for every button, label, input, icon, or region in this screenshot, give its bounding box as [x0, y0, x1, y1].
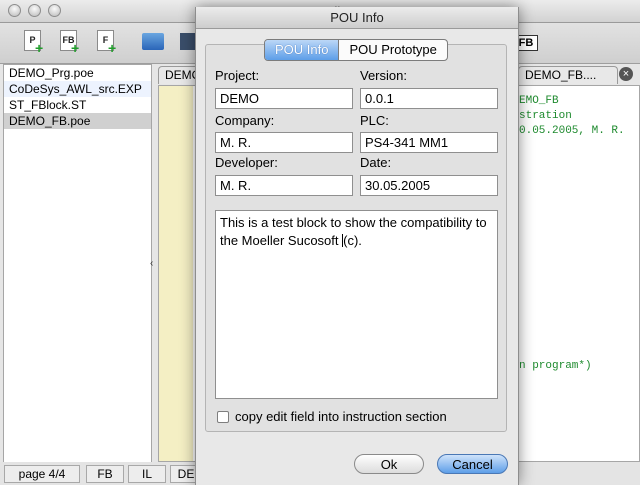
- company-label: Company:: [215, 113, 275, 128]
- splitter-collapse-icon[interactable]: ‹: [150, 258, 153, 269]
- developer-label: Developer:: [215, 155, 278, 170]
- dialog-titlebar: POU Info: [196, 7, 518, 29]
- code-line: stration: [519, 110, 572, 122]
- page-indicator: page 4/4: [4, 465, 80, 483]
- tab-pou-prototype[interactable]: POU Prototype: [338, 40, 446, 60]
- file-item[interactable]: CoDeSys_AWL_src.EXP: [4, 81, 151, 97]
- developer-field[interactable]: M. R.: [215, 175, 353, 196]
- open-folder-icon[interactable]: [142, 33, 164, 50]
- file-list: DEMO_Prg.poe CoDeSys_AWL_src.EXP ST_FBlo…: [3, 64, 152, 463]
- dialog-title: POU Info: [330, 10, 384, 25]
- plus-icon: +: [108, 40, 117, 56]
- file-item[interactable]: ST_FBlock.ST: [4, 97, 151, 113]
- date-field[interactable]: 30.05.2005: [360, 175, 498, 196]
- plc-label: PLC:: [360, 113, 389, 128]
- code-line: n program*): [519, 360, 592, 372]
- ok-button[interactable]: Ok: [354, 454, 424, 474]
- save-icon[interactable]: [180, 33, 196, 50]
- copy-edit-field-checkbox[interactable]: [217, 411, 229, 423]
- close-tab-icon[interactable]: ×: [619, 67, 633, 81]
- version-field[interactable]: 0.0.1: [360, 88, 498, 109]
- project-label: Project:: [215, 68, 260, 83]
- project-field[interactable]: DEMO: [215, 88, 353, 109]
- plus-icon: +: [71, 40, 80, 56]
- new-program-button[interactable]: P +: [22, 29, 46, 55]
- code-line: 0.05.2005, M. R.: [519, 125, 625, 137]
- new-function-block-button[interactable]: FB +: [58, 29, 82, 55]
- date-label: Date:: [360, 155, 392, 170]
- copy-edit-field-label[interactable]: copy edit field into instruction section: [235, 409, 447, 424]
- comment-textarea[interactable]: This is a test block to show the compati…: [215, 210, 498, 399]
- file-item[interactable]: DEMO_Prg.poe: [4, 65, 151, 81]
- plus-icon: +: [35, 40, 44, 56]
- company-field[interactable]: M. R.: [215, 132, 353, 153]
- tab-pou-info[interactable]: POU Info: [265, 40, 339, 60]
- pou-info-dialog: POU Info POU Info POU Prototype Project:…: [195, 7, 519, 485]
- cancel-button[interactable]: Cancel: [437, 454, 508, 474]
- line-number-gutter: [159, 86, 193, 461]
- version-label: Version:: [360, 68, 407, 83]
- tab-demo-fb[interactable]: DEMO_FB....: [518, 66, 618, 84]
- comment-text-end: (c).: [343, 233, 362, 248]
- file-item-selected[interactable]: DEMO_FB.poe: [4, 113, 151, 129]
- plc-field[interactable]: PS4-341 MM1: [360, 132, 498, 153]
- new-function-button[interactable]: F +: [95, 29, 119, 55]
- dialog-tabs: POU Info POU Prototype: [264, 39, 448, 61]
- code-line: EMO_FB: [519, 95, 559, 107]
- pou-type-status: FB: [86, 465, 124, 483]
- language-status: IL: [128, 465, 166, 483]
